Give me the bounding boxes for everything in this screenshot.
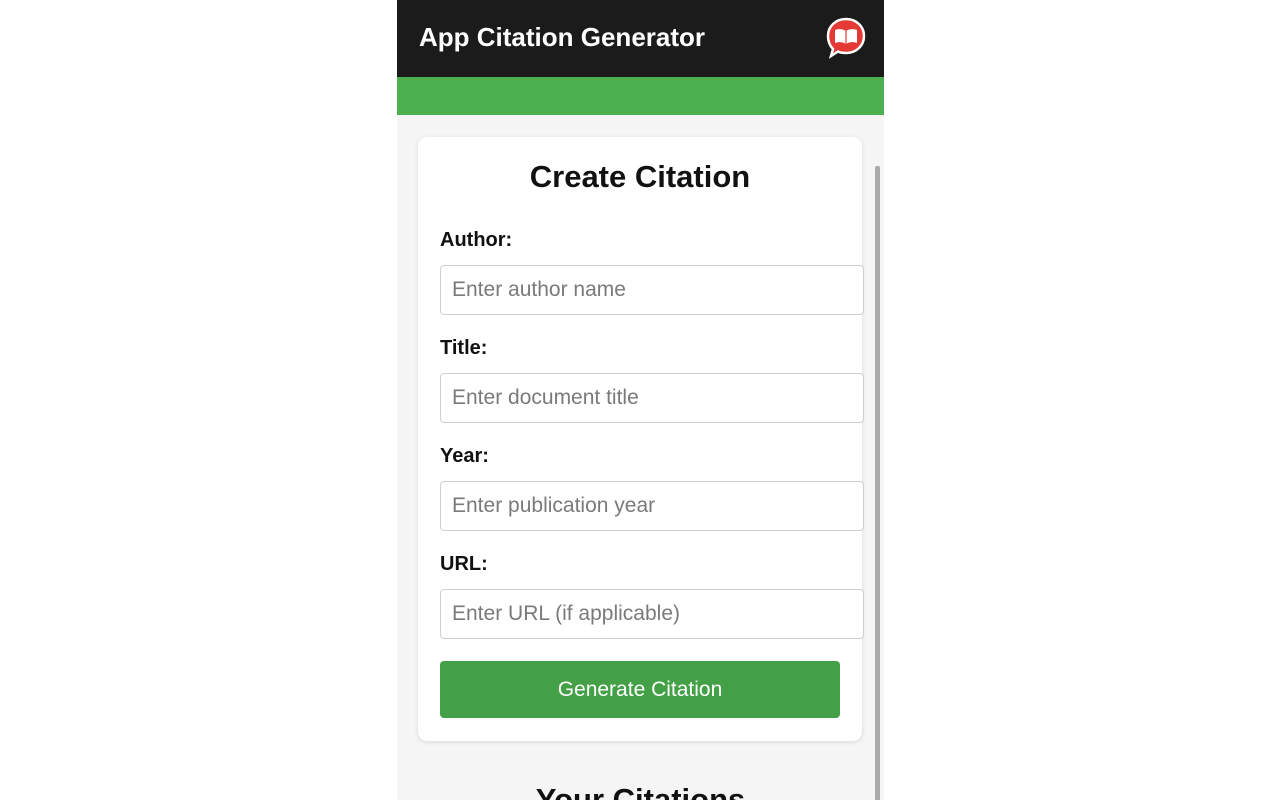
title-label: Title: — [440, 337, 488, 359]
year-input[interactable] — [440, 481, 864, 531]
year-label: Year: — [440, 445, 489, 467]
generate-citation-button[interactable]: Generate Citation — [440, 661, 840, 718]
author-input[interactable] — [440, 265, 864, 315]
book-chat-bubble-icon[interactable] — [826, 17, 866, 59]
create-citation-card: Create Citation Author: Title: Year: URL… — [418, 137, 864, 741]
author-label: Author: — [440, 229, 513, 251]
your-citations-title: Your Citations — [535, 782, 746, 800]
app-title: App Citation Generator — [419, 22, 706, 52]
app-header: App Citation Generator — [397, 0, 884, 77]
accent-bar — [397, 77, 884, 115]
scrollbar[interactable] — [875, 166, 880, 800]
app-screen: App Citation Generator Create Citation A… — [397, 0, 884, 800]
url-label: URL: — [440, 553, 488, 575]
card-title: Create Citation — [529, 159, 751, 194]
title-input[interactable] — [440, 373, 864, 423]
url-input[interactable] — [440, 589, 864, 639]
